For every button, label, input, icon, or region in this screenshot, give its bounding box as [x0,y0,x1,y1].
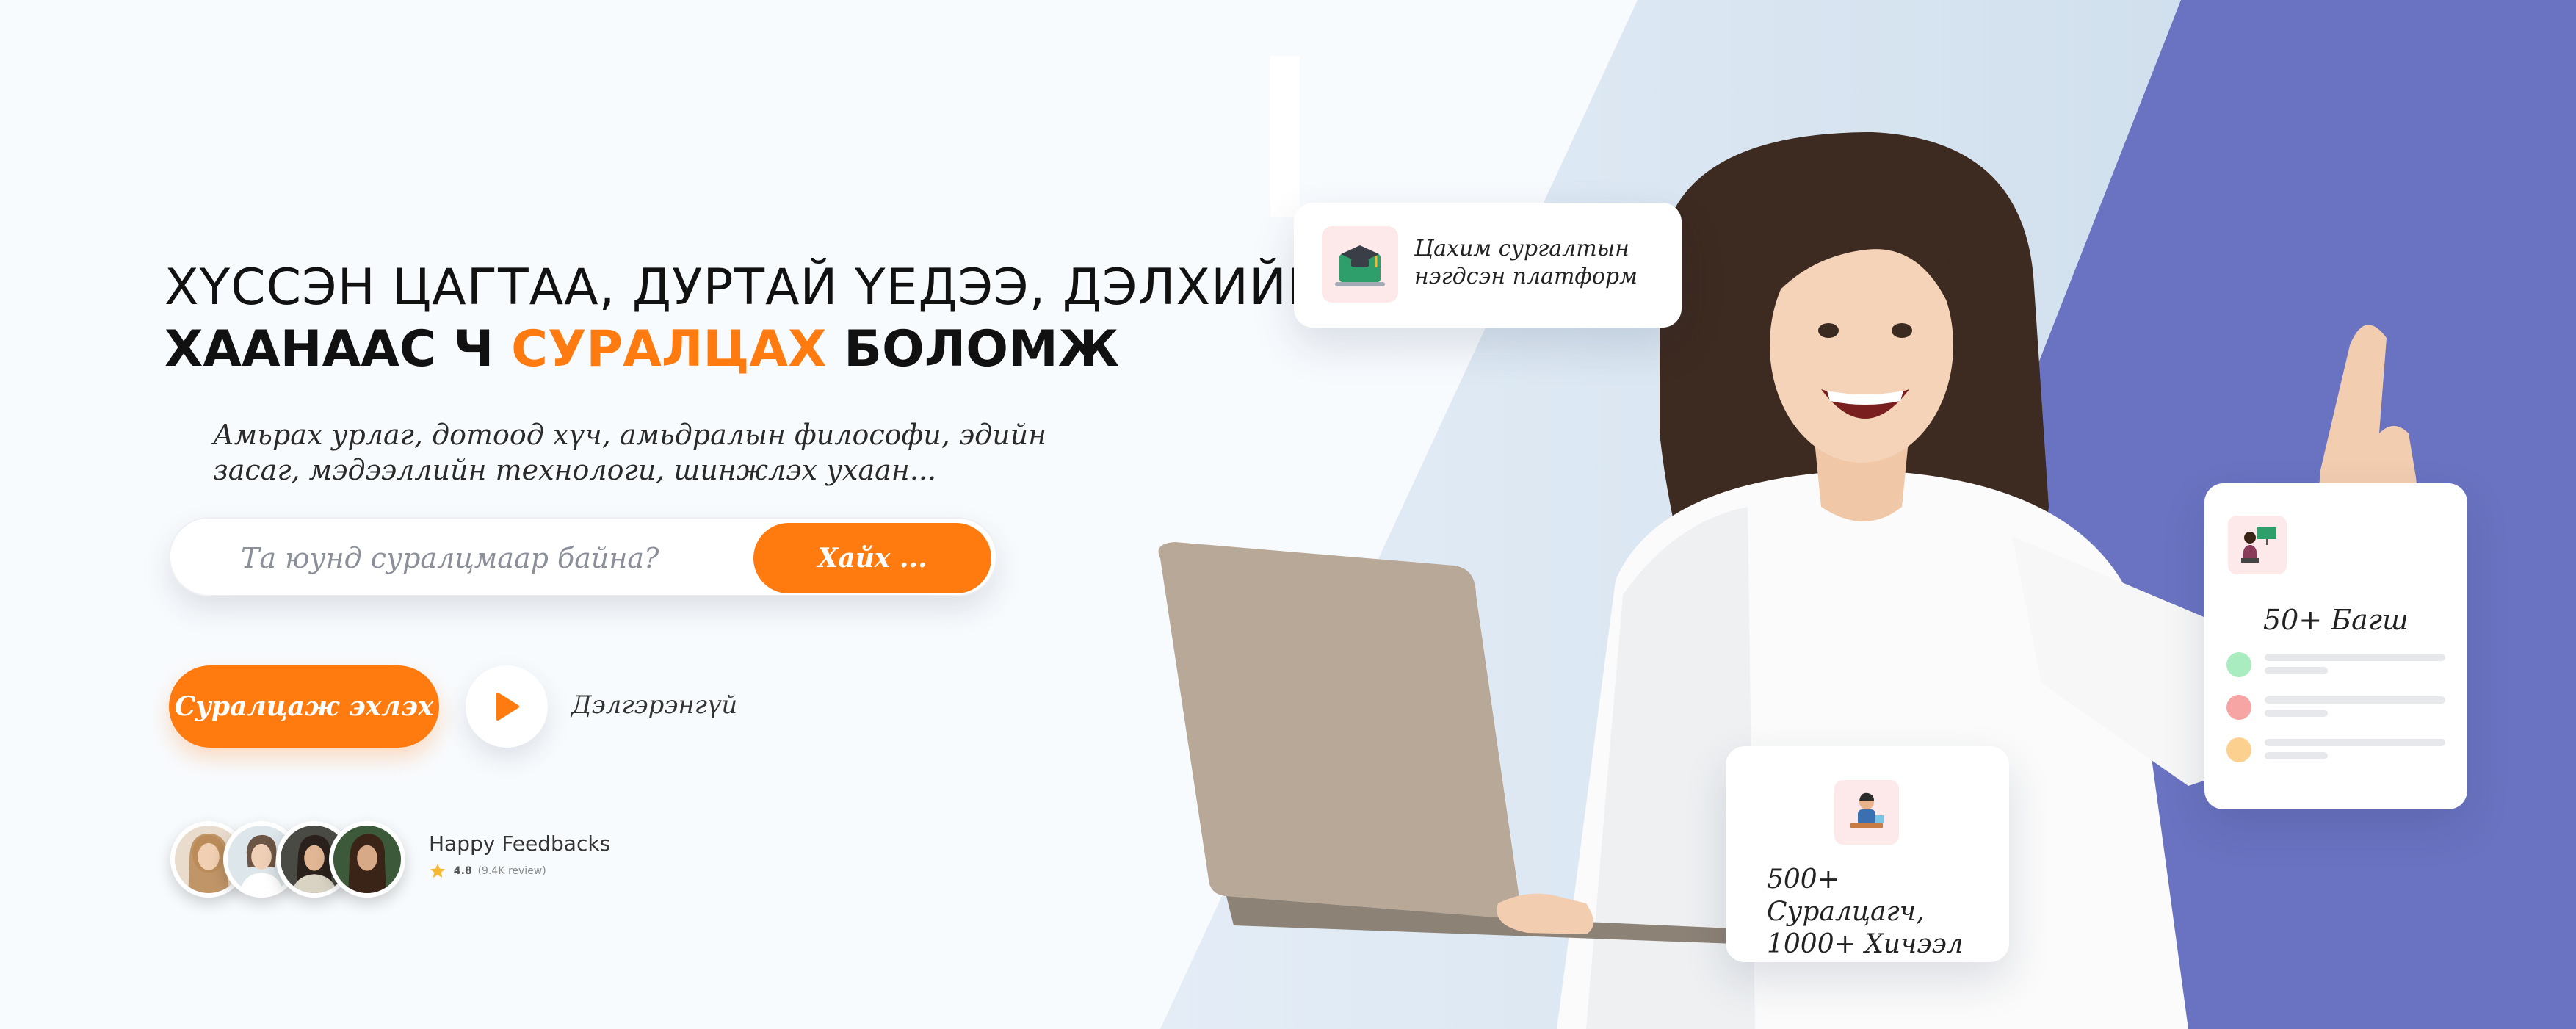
teacher-icon [2241,527,2276,563]
rating-row: 4.8 (9.4K review) [429,862,546,880]
teachers-icon-box [2228,516,2287,574]
review-count: (9.4K review) [477,865,546,877]
platform-icon-box [1322,226,1398,303]
teacher-avatar-dot [2226,737,2251,762]
headline-accent-word: СУРАЛЦАХ [511,320,827,378]
hero-subtitle: Амьрах урлаг, дотоод хүч, амьдралын фило… [213,419,1047,486]
student-icon [1850,792,1884,828]
platform-card-text: Цахим сургалтын нэгдсэн платформ [1414,236,1638,289]
platform-card: Цахим сургалтын нэгдсэн платформ [1294,203,1682,328]
search-button[interactable]: Хайх ... [753,523,991,593]
teacher-avatar-dot [2226,695,2251,720]
feedback-title: Happy Feedbacks [429,831,611,856]
headline-line-2-end: БОЛОМЖ [826,320,1119,378]
teacher-row [2226,734,2447,764]
teacher-row-line [2265,710,2328,717]
teacher-avatar-dot [2226,652,2251,677]
start-learning-button[interactable]: Суралцаж эхлэх [169,665,439,748]
star-icon [430,864,445,878]
search-bar: Хайх ... [169,517,997,596]
teachers-card-title: 50+ Багш [2262,604,2409,636]
students-count: 500+ Суралцагч, [1767,864,1925,927]
headline-line-2-start: ХААНААС Ч [164,320,512,378]
teacher-row-line [2265,654,2445,661]
teacher-row-line [2265,696,2445,704]
search-input[interactable] [241,536,681,580]
teacher-row-line [2265,739,2445,746]
avatar [329,821,405,898]
play-icon [496,693,519,721]
lessons-count: 1000+ Хичээл [1767,929,1964,959]
teacher-row [2226,649,2447,679]
students-card-text: 500+ Суралцагч, 1000+ Хичээл [1767,864,2002,961]
play-video-button[interactable] [466,665,548,748]
students-icon-box [1834,780,1899,845]
teacher-row-line [2265,752,2328,759]
rating-score: 4.8 [453,865,472,877]
teacher-row-line [2265,667,2328,674]
teachers-card: 50+ Багш [2204,483,2467,809]
graduation-laptop-icon [1335,245,1385,286]
more-details-link[interactable]: Дэлгэрэнгүй [571,690,737,720]
teacher-row [2226,692,2447,721]
students-card: 500+ Суралцагч, 1000+ Хичээл [1726,746,2009,962]
